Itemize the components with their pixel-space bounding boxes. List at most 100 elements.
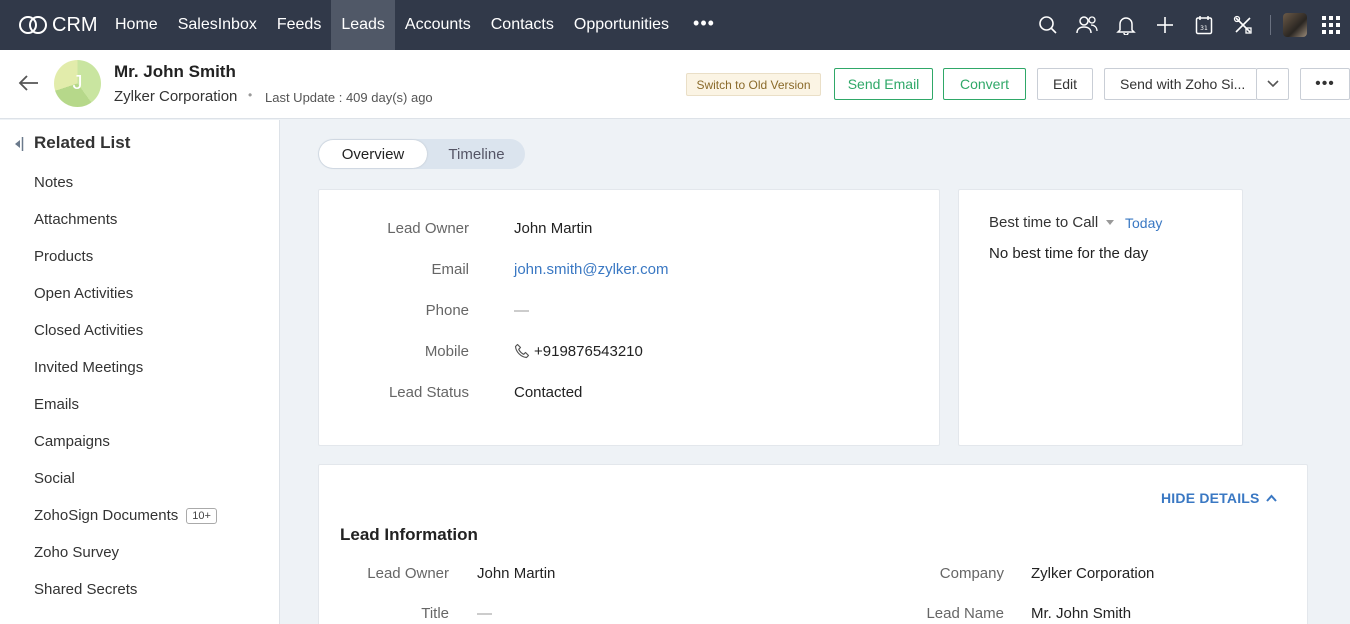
switch-old-version-button[interactable]: Switch to Old Version [686,73,821,96]
field-row-mobile: Mobile +919876543210 [319,343,939,363]
related-item-zohosign-documents[interactable]: ZohoSign Documents 10+ [34,497,217,534]
tab-timeline[interactable]: Timeline [428,139,525,169]
caret-down-icon [1106,220,1115,225]
nav-item-leads[interactable]: Leads [331,0,395,50]
info-value-title[interactable]: — [477,605,492,622]
mobile-number: +919876543210 [534,343,643,360]
record-header: J Mr. John Smith Zylker Corporation • La… [0,50,1350,119]
plus-icon[interactable] [1145,0,1184,50]
lead-information-title: Lead Information [340,525,478,544]
related-item-social[interactable]: Social [34,460,217,497]
related-item-label: Campaigns [34,433,110,450]
nav-item-contacts[interactable]: Contacts [481,0,564,50]
best-time-message: No best time for the day [989,245,1149,262]
user-avatar[interactable] [1279,0,1311,50]
bell-icon[interactable] [1106,0,1145,50]
best-time-label: Best time to Call [989,214,1099,231]
field-value-phone[interactable]: — [514,302,529,319]
field-label: Mobile [424,343,469,360]
related-item-notes[interactable]: Notes [34,164,217,201]
hide-details-button[interactable]: HIDE DETAILS [1161,490,1277,506]
info-value-lead-owner[interactable]: John Martin [477,565,555,582]
field-row-email: Email john.smith@zylker.com [319,261,939,281]
field-row-phone: Phone — [319,302,939,322]
more-actions-button[interactable]: ••• [1300,68,1350,100]
nav-item-opportunities[interactable]: Opportunities [564,0,679,50]
lead-company[interactable]: Zylker Corporation [114,88,237,105]
related-item-label: Attachments [34,211,118,228]
phone-icon[interactable] [514,343,531,360]
related-item-attachments[interactable]: Attachments [34,201,217,238]
related-item-label: Closed Activities [34,322,144,339]
calendar-icon[interactable]: 31 [1184,0,1223,50]
field-value-mobile[interactable]: +919876543210 [514,343,643,360]
view-tabs: Overview Timeline [318,139,525,169]
nav-item-accounts[interactable]: Accounts [395,0,481,50]
related-item-products[interactable]: Products [34,238,217,275]
field-label: Title [421,605,449,622]
chevron-up-icon [1265,494,1277,502]
tools-icon[interactable] [1223,0,1262,50]
today-link[interactable]: Today [1125,215,1162,231]
send-email-button[interactable]: Send Email [834,68,933,100]
users-icon[interactable] [1067,0,1106,50]
collapse-sidebar-icon[interactable] [14,137,24,156]
apps-grid-icon[interactable] [1311,0,1350,50]
related-item-closed-activities[interactable]: Closed Activities [34,312,217,349]
related-item-zoho-survey[interactable]: Zoho Survey [34,534,217,571]
tab-overview[interactable]: Overview [319,140,427,168]
nav-divider [1270,15,1271,35]
back-arrow-icon[interactable] [18,74,40,97]
search-icon[interactable] [1028,0,1067,50]
related-item-open-activities[interactable]: Open Activities [34,275,217,312]
related-list: Notes Attachments Products Open Activiti… [34,164,217,608]
field-value-email-link[interactable]: john.smith@zylker.com [514,261,668,278]
related-item-label: Notes [34,174,74,191]
field-row-lead-status: Lead Status Contacted [319,384,939,404]
best-time-dropdown[interactable]: Best time to Call [989,214,1115,231]
related-item-shared-secrets[interactable]: Shared Secrets [34,571,217,608]
nav-item-salesinbox[interactable]: SalesInbox [168,0,267,50]
related-list-title: Related List [34,133,131,152]
user-photo [1283,13,1307,37]
edit-button[interactable]: Edit [1037,68,1093,100]
chevron-down-icon [1266,80,1279,88]
lead-name: Mr. John Smith [114,62,236,81]
lead-avatar: J [54,60,101,107]
field-label: Company [939,565,1004,582]
crm-logo-icon [19,16,47,34]
related-item-label: Products [34,248,94,265]
related-item-label: Open Activities [34,285,134,302]
related-item-invited-meetings[interactable]: Invited Meetings [34,349,217,386]
brand-name: CRM [52,13,98,36]
top-nav: CRM Home SalesInbox Feeds Leads Accounts… [0,0,1350,50]
nav-items: Home SalesInbox Feeds Leads Accounts Con… [105,0,729,50]
field-value-lead-owner[interactable]: John Martin [514,220,592,237]
related-item-emails[interactable]: Emails [34,386,217,423]
field-label: Email [431,261,469,278]
related-item-campaigns[interactable]: Campaigns [34,423,217,460]
hide-details-label: HIDE DETAILS [1161,490,1260,506]
related-list-sidebar: Related List Notes Attachments Products … [0,120,280,624]
nav-item-home[interactable]: Home [105,0,168,50]
nav-item-feeds[interactable]: Feeds [267,0,331,50]
convert-button[interactable]: Convert [943,68,1026,100]
related-item-label: Emails [34,396,80,413]
field-label: Lead Owner [387,220,469,237]
count-badge: 10+ [186,507,217,524]
svg-text:31: 31 [1200,25,1208,32]
crm-logo[interactable]: CRM [0,0,105,50]
nav-more-button[interactable]: ••• [679,0,729,50]
field-label: Phone [425,302,469,319]
field-label: Lead Status [388,384,469,401]
send-with-zoho-sign-dropdown[interactable] [1256,68,1289,100]
related-item-label: Shared Secrets [34,581,138,598]
header-separator: • [248,88,253,102]
field-label: Lead Owner [367,565,449,582]
field-label: Lead Name [926,605,1004,622]
info-value-company[interactable]: Zylker Corporation [1031,565,1154,582]
send-with-zoho-sign-button[interactable]: Send with Zoho Si... [1104,68,1257,100]
overview-card: Lead Owner John Martin Email john.smith@… [318,189,940,446]
field-value-lead-status[interactable]: Contacted [514,384,582,401]
info-value-lead-name[interactable]: Mr. John Smith [1031,605,1131,622]
